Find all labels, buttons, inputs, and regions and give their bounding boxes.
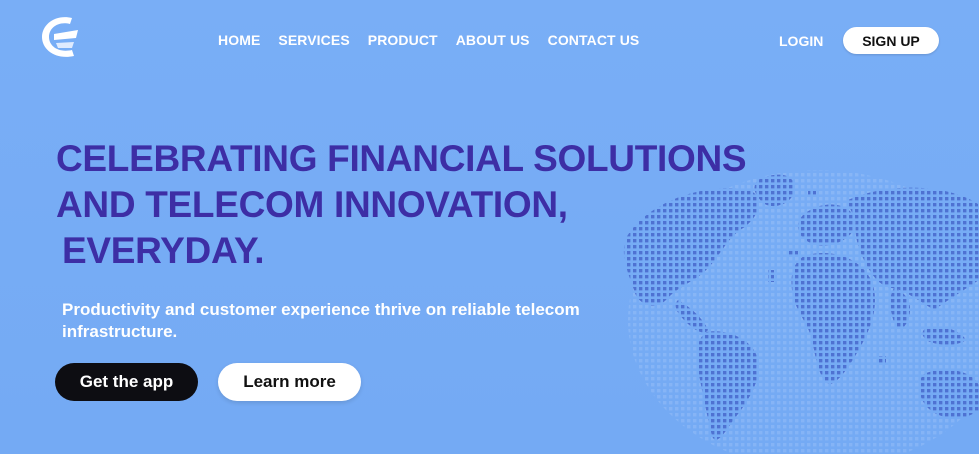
- signup-button[interactable]: SIGN UP: [843, 27, 939, 54]
- landing-page: HOME SERVICES PRODUCT ABOUT US CONTACT U…: [0, 0, 979, 454]
- nav-item-product[interactable]: PRODUCT: [368, 32, 438, 48]
- get-the-app-button[interactable]: Get the app: [55, 363, 198, 401]
- nav-item-home[interactable]: HOME: [218, 32, 260, 48]
- nav-item-about-us[interactable]: ABOUT US: [456, 32, 530, 48]
- learn-more-button[interactable]: Learn more: [218, 363, 361, 401]
- stylized-e-logo-icon[interactable]: [34, 12, 84, 62]
- main-nav: HOME SERVICES PRODUCT ABOUT US CONTACT U…: [218, 32, 639, 48]
- nav-item-services[interactable]: SERVICES: [278, 32, 349, 48]
- nav-item-contact-us[interactable]: CONTACT US: [548, 32, 640, 48]
- login-link[interactable]: LOGIN: [779, 33, 823, 49]
- dotted-world-globe-icon: [623, 170, 979, 454]
- hero-subtitle: Productivity and customer experience thr…: [62, 300, 580, 341]
